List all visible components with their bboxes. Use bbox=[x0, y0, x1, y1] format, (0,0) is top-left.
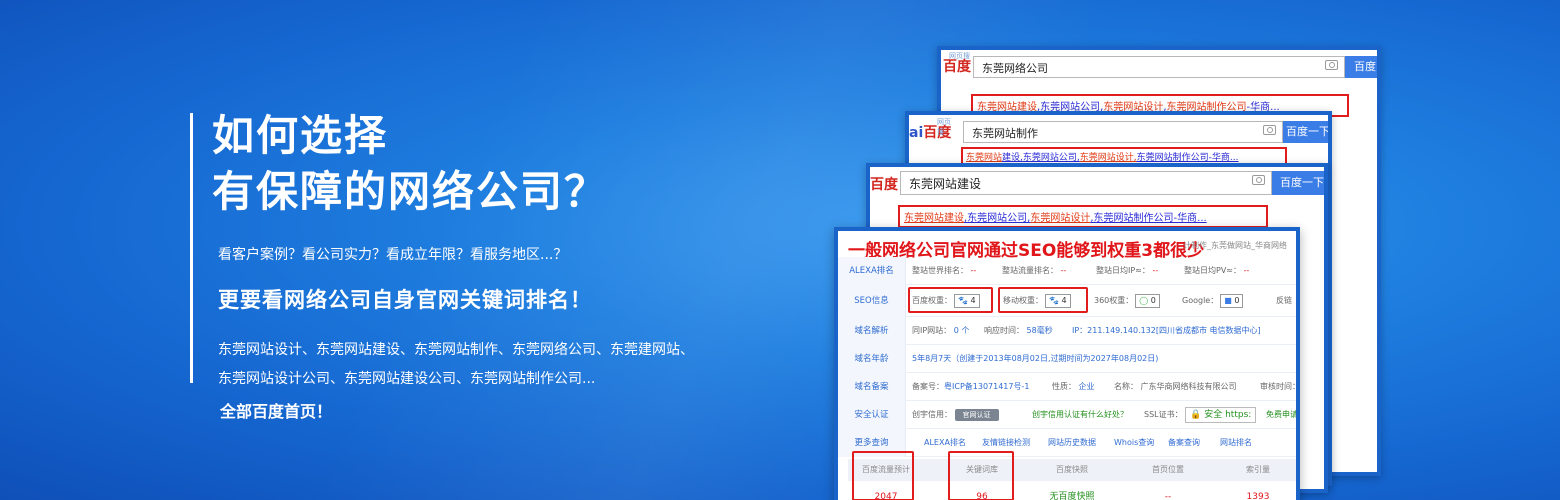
link-icp[interactable]: 备案查询 bbox=[1168, 429, 1200, 457]
seo-info-panel: 一般网络公司官网通过SEO能够到权重3都很少 计制作_东莞做网站_华商网络 AL… bbox=[834, 227, 1300, 500]
domain-resolve-row: 域名解析 同IP网站： 0 个 响应时间： 58毫秒 IP：211.149.14… bbox=[838, 317, 1296, 345]
baidu-logo: 网页搜 百度 bbox=[943, 52, 971, 75]
all-first-page-text: 全部百度首页！ bbox=[220, 402, 333, 421]
domain-age-row: 域名年龄 5年8月7天（创建于2013年08月02日,过期时间为2027年08月… bbox=[838, 345, 1296, 373]
headline: 如何选择 有保障的网络公司？ bbox=[212, 108, 608, 220]
search-input[interactable]: 东莞网站建设 bbox=[900, 171, 1272, 195]
keyword-highlight bbox=[948, 451, 1014, 500]
link-whois[interactable]: Whois查询 bbox=[1114, 429, 1154, 457]
row-label: 安全认证 bbox=[838, 401, 906, 429]
search-button[interactable]: 百度 bbox=[1345, 56, 1377, 78]
360-weight-badge: ◯ 0 bbox=[1135, 294, 1160, 308]
search-input[interactable]: 东莞网站制作 bbox=[963, 121, 1283, 143]
keywords-line1: 东莞网站设计、东莞网站建设、东莞网站制作、东莞网络公司、东莞建网站、 bbox=[218, 342, 694, 358]
row-label: SEO信息 bbox=[838, 285, 906, 317]
row-label: 域名年龄 bbox=[838, 345, 906, 373]
snapshot-value: 无百度快照 bbox=[1049, 492, 1095, 500]
camera-icon[interactable] bbox=[1325, 60, 1338, 70]
row-label: ALEXA排名 bbox=[838, 257, 906, 285]
baidu-weight-highlight bbox=[908, 287, 993, 313]
baidu-paw-icon: ai bbox=[909, 125, 924, 141]
search-button[interactable]: 百度一下 bbox=[1272, 171, 1324, 195]
mobile-weight-highlight bbox=[998, 287, 1088, 313]
seo-info-row: SEO信息 百度权重： 🐾 4 移动权重： 🐾 4 360权重： ◯ 0 Google… bbox=[838, 285, 1296, 317]
questions-text: 看客户案例？看公司实力？看成立年限？看服务地区...？ bbox=[218, 247, 568, 263]
security-cert-row: 安全认证 创宇信用： 官网认证 创宇信用认证有什么好处？ SSL证书： 🔒 安全… bbox=[838, 401, 1296, 429]
headline-line2: 有保障的网络公司？ bbox=[212, 167, 609, 216]
camera-icon[interactable] bbox=[1252, 175, 1265, 185]
camera-icon[interactable] bbox=[1263, 125, 1276, 135]
headline-line1: 如何选择 bbox=[212, 111, 389, 160]
page-title-fragment: 计制作_东莞做网站_华商网络 bbox=[1183, 241, 1287, 250]
row-label: 域名解析 bbox=[838, 317, 906, 345]
free-apply-link[interactable]: 免费申请 bbox=[1266, 401, 1296, 429]
baidu-logo: 百度 bbox=[870, 177, 898, 193]
google-pr-badge: ■ 0 bbox=[1220, 294, 1244, 308]
keywords-text: 东莞网站设计、东莞网站建设、东莞网站制作、东莞网络公司、东莞建网站、 东莞网站设… bbox=[218, 336, 778, 394]
search-input[interactable]: 东莞网络公司 bbox=[973, 56, 1345, 78]
link-history[interactable]: 网站历史数据 bbox=[1048, 429, 1096, 457]
row-label: 域名备案 bbox=[838, 373, 906, 401]
search-result-1[interactable]: 东莞网站建设,东莞网站公司,东莞网站设计,东莞网站制作公司-华商... bbox=[898, 205, 1268, 228]
home-position-value: -- bbox=[1164, 492, 1172, 500]
keywords-line2: 东莞网站设计公司、东莞网站建设公司、东莞网站制作公司... bbox=[218, 371, 596, 387]
credit-question-link[interactable]: 创宇信用认证有什么好处？ bbox=[1032, 401, 1128, 429]
stats-table-header: 百度流量预计 关键词库 百度快照 首页位置 索引量 bbox=[848, 459, 1296, 481]
domain-icp-row: 域名备案 备案号：粤ICP备13071417号-1 性质： 企业 名称： 广东华… bbox=[838, 373, 1296, 401]
accent-line bbox=[190, 113, 193, 383]
link-rank[interactable]: 网站排名 bbox=[1220, 429, 1252, 457]
credit-seal-icon: 官网认证 bbox=[954, 408, 999, 421]
traffic-highlight bbox=[852, 451, 914, 500]
alexa-row: ALEXA排名 整站世界排名： -- 整站流量排名： -- 整站日均IP≈： -… bbox=[838, 257, 1296, 285]
ssl-badge: 🔒 安全 https: bbox=[1185, 407, 1257, 423]
index-value: 1393 bbox=[1246, 492, 1270, 500]
emphasis-text: 更要看网络公司自身官网关键词排名！ bbox=[218, 288, 592, 312]
search-button[interactable]: 百度一下 bbox=[1283, 121, 1328, 143]
baidu-logo: 网页搜 ai百度 bbox=[909, 118, 952, 141]
